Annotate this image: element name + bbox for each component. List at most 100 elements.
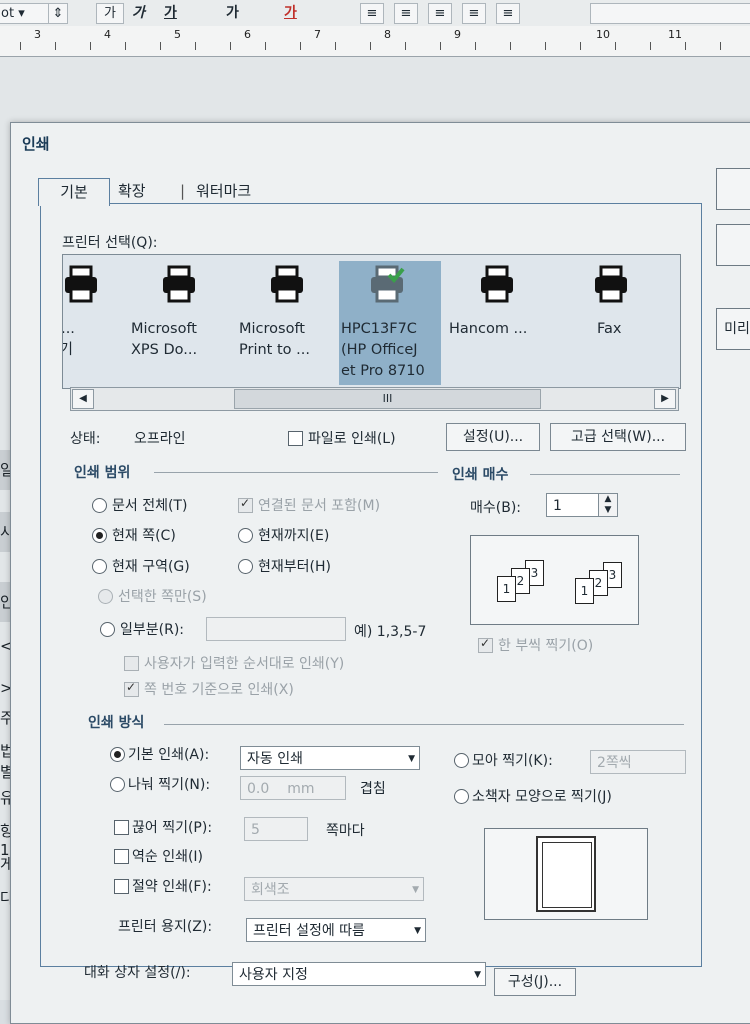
copies-value: 1	[553, 498, 562, 514]
tab-basic[interactable]: 기본	[38, 178, 110, 206]
collate-label: 한 부씩 찍기(O)	[498, 638, 594, 654]
copies-input[interactable]: 1 ▲ ▼	[546, 493, 618, 517]
printer-item-selected[interactable]: HPC13F7C (HP OfficeJ et Pro 8710	[339, 261, 441, 385]
strike-button[interactable]: 가	[226, 3, 239, 23]
zoom-field[interactable]	[590, 3, 750, 24]
include-linked-checkbox[interactable]	[238, 496, 253, 513]
range-all-radio[interactable]	[92, 498, 107, 513]
cut-value: 5	[251, 822, 260, 838]
copies-label: 매수(B):	[470, 500, 522, 516]
collate-page: 1	[497, 576, 516, 602]
bold-glyph: 가	[104, 6, 116, 21]
cancel-button[interactable]	[716, 224, 750, 266]
config-button[interactable]: 구성(J)...	[494, 968, 576, 996]
basic-print-radio[interactable]	[110, 747, 125, 762]
paper-dropdown[interactable]: 프린터 설정에 따름 ▼	[246, 918, 426, 942]
align-center-icon[interactable]: ≡	[394, 3, 418, 24]
save-print-checkbox[interactable]	[114, 879, 129, 894]
dialog-settings-dropdown[interactable]: 사용자 지정 ▼	[232, 962, 486, 986]
bold-button[interactable]: 가	[96, 3, 124, 24]
printer-item[interactable]: Microsoft XPS Do...	[131, 261, 229, 385]
scroll-left-icon[interactable]: ◀	[72, 389, 94, 409]
reverse-print-checkbox[interactable]	[114, 849, 129, 864]
paper-value: 프린터 설정에 따름	[253, 923, 365, 939]
printer-name: Fax	[597, 321, 622, 337]
collect-print-label: 모아 찍기(K):	[472, 753, 553, 769]
print-button[interactable]	[716, 168, 750, 210]
scroll-thumb[interactable]: III	[234, 389, 541, 409]
dialog-settings-label: 대화 상자 설정(/):	[84, 965, 191, 981]
range-section-radio[interactable]	[92, 559, 107, 574]
printer-item[interactable]: Microsoft Print to ...	[239, 261, 337, 385]
per-pages-label: 쪽마다	[326, 823, 365, 839]
printer-item[interactable]: Fax	[563, 261, 661, 385]
divider	[154, 472, 438, 473]
divider	[164, 724, 684, 725]
printer-name: Microsoft Print to ...	[239, 321, 310, 358]
print-to-file-label: 파일로 인쇄(L)	[308, 431, 396, 447]
printer-scrollbar[interactable]: ◀ III ▶	[70, 387, 679, 411]
copies-spinner-icon[interactable]: ▲ ▼	[598, 494, 617, 516]
style-spinner[interactable]: ⇕	[48, 3, 68, 24]
printer-icon	[481, 265, 513, 303]
chevron-down-icon: ▼	[412, 885, 419, 895]
split-print-label: 나눠 찍기(N):	[128, 777, 211, 793]
range-selected-label: 선택한 쪽만(S)	[118, 589, 207, 605]
printer-list[interactable]: ote ... 보내기 Microsoft XPS Do... Microsof…	[62, 254, 681, 389]
tab-extended[interactable]: 확장	[118, 178, 146, 204]
scroll-right-icon[interactable]: ▶	[654, 389, 676, 409]
collect-print-radio[interactable]	[454, 753, 469, 768]
range-selected-radio[interactable]	[98, 589, 113, 604]
save-print-dropdown[interactable]: 회색조 ▼	[244, 877, 424, 901]
ruler-number: 3	[34, 28, 41, 41]
save-print-label: 절약 인쇄(F):	[132, 879, 212, 895]
printer-name: ote ... 보내기	[62, 321, 75, 358]
ruler-number: 5	[174, 28, 181, 41]
split-print-radio[interactable]	[110, 777, 125, 792]
user-order-label: 사용자가 입력한 순서대로 인쇄(Y)	[144, 656, 345, 672]
printer-item[interactable]: Hancom ...	[449, 261, 547, 385]
range-to-current-radio[interactable]	[238, 528, 253, 543]
ruler: 3 4 5 6 7 8 9 10 11	[0, 26, 750, 57]
preview-button[interactable]: 미리	[716, 308, 750, 350]
split-input[interactable]: 0.0 mm	[240, 776, 346, 800]
settings-button[interactable]: 설정(U)...	[446, 423, 540, 451]
collect-dropdown[interactable]: 2쪽씩	[590, 750, 686, 774]
page-number-label: 쪽 번호 기준으로 인쇄(X)	[144, 682, 294, 698]
range-from-current-radio[interactable]	[238, 559, 253, 574]
pages-example: 예) 1,3,5-7	[354, 624, 427, 640]
user-order-checkbox[interactable]	[124, 656, 139, 671]
range-section-label: 현재 구역(G)	[112, 559, 190, 575]
cut-print-checkbox[interactable]	[114, 820, 129, 835]
style-value: ot	[1, 6, 15, 21]
font-color-button[interactable]: 가	[284, 3, 297, 23]
booklet-print-radio[interactable]	[454, 789, 469, 804]
collate-page: 1	[575, 578, 594, 604]
dialog-settings-value: 사용자 지정	[239, 967, 308, 983]
distribute-icon[interactable]: ≡	[496, 3, 520, 24]
basic-print-dropdown[interactable]: 자동 인쇄 ▼	[240, 746, 420, 770]
cut-input[interactable]: 5	[244, 817, 308, 841]
align-right-icon[interactable]: ≡	[428, 3, 452, 24]
underline-button[interactable]: 가	[164, 3, 177, 23]
range-current-page-radio[interactable]	[92, 528, 107, 543]
align-justify-icon[interactable]: ≡	[462, 3, 486, 24]
range-all-label: 문서 전체(T)	[112, 498, 188, 514]
range-to-current-label: 현재까지(E)	[258, 528, 330, 544]
advanced-button[interactable]: 고급 선택(W)...	[550, 423, 686, 451]
range-pages-label: 일부분(R):	[120, 622, 185, 638]
range-pages-radio[interactable]	[100, 622, 115, 637]
align-left-icon[interactable]: ≡	[360, 3, 384, 24]
printer-item[interactable]: ote ... 보내기	[62, 261, 131, 385]
chevron-down-icon: ▼	[408, 754, 415, 764]
pages-input[interactable]	[206, 617, 346, 641]
tab-watermark[interactable]: 워터마크	[196, 178, 251, 204]
style-dropdown[interactable]: ot ▾	[0, 3, 50, 24]
italic-button[interactable]: 가	[132, 3, 145, 23]
page-number-checkbox[interactable]	[124, 680, 139, 697]
booklet-print-label: 소책자 모양으로 찍기(J)	[472, 789, 612, 805]
print-to-file-checkbox[interactable]	[288, 431, 303, 446]
collate-checkbox[interactable]	[478, 636, 493, 653]
printer-name: HPC13F7C (HP OfficeJ et Pro 8710	[341, 321, 425, 379]
ruler-number: 7	[314, 28, 321, 41]
